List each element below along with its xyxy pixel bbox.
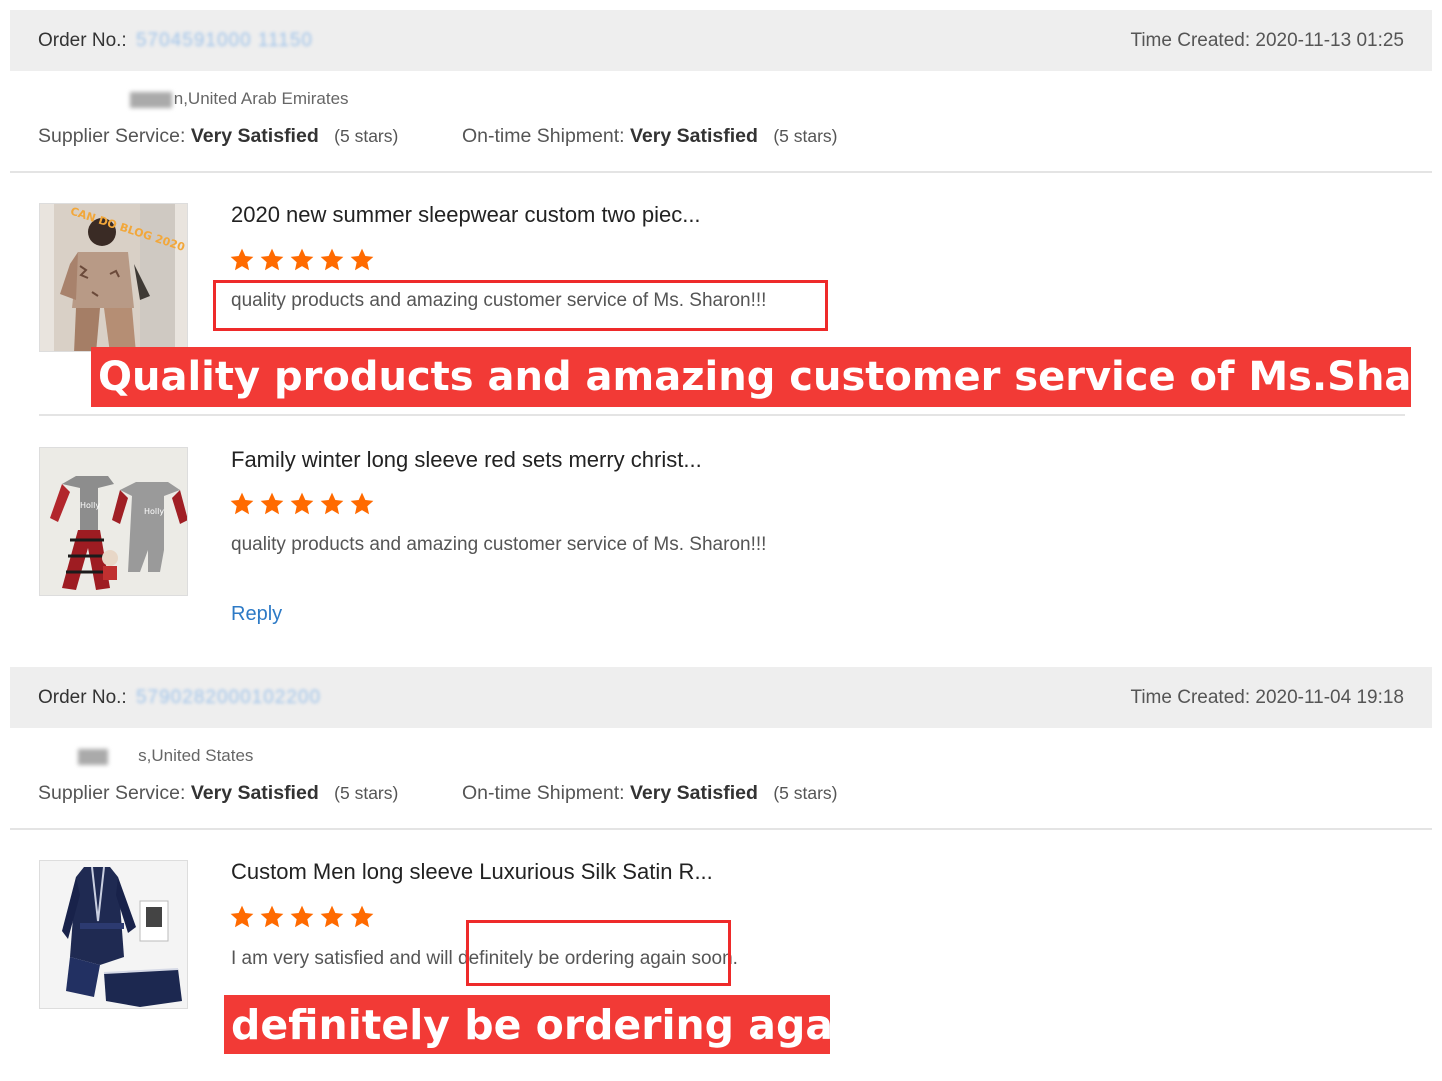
svg-text:Holly: Holly xyxy=(144,507,164,516)
order-header: Order No.: 5790282000102200 Time Created… xyxy=(10,667,1432,728)
order-number-value[interactable]: 5704591000 11150 xyxy=(136,30,313,51)
highlight-box xyxy=(466,920,731,986)
product-image-silk-robe[interactable] xyxy=(39,860,188,1009)
product-title[interactable]: Custom Men long sleeve Luxurious Silk Sa… xyxy=(231,859,713,885)
order-ratings: Supplier Service: Very Satisfied (5 star… xyxy=(38,125,838,148)
order-header: Order No.: 5704591000 11150 Time Created… xyxy=(10,10,1432,71)
star-icon xyxy=(230,248,254,271)
shipment-rating: On-time Shipment: Very Satisfied (5 star… xyxy=(462,125,838,148)
order-number-field: Order No.: 5704591000 11150 xyxy=(38,30,313,52)
buyer-info: ​ n,United Arab Emirates xyxy=(38,89,349,109)
product-image-family-pajamas[interactable]: Holly Holly xyxy=(39,447,188,596)
star-icon xyxy=(350,905,374,928)
star-icon xyxy=(320,905,344,928)
star-icon xyxy=(260,905,284,928)
svg-text:Holly: Holly xyxy=(80,501,100,510)
product-image-sleepwear[interactable]: CAN DO BLOG 2020 xyxy=(39,203,188,352)
product-title[interactable]: Family winter long sleeve red sets merry… xyxy=(231,447,702,473)
buyer-info: ​ ​ s,United States xyxy=(38,746,253,766)
supplier-service-value: Very Satisfied xyxy=(190,125,319,147)
shipment-label: On-time Shipment: xyxy=(462,782,625,804)
redaction-block xyxy=(77,748,108,765)
star-icon xyxy=(290,905,314,928)
highlight-box xyxy=(213,280,828,331)
shipment-label: On-time Shipment: xyxy=(462,125,625,147)
star-icon xyxy=(260,248,284,271)
buyer-location: n,United Arab Emirates xyxy=(173,89,349,108)
annotation-banner: Quality products and amazing customer se… xyxy=(91,347,1442,407)
star-icon xyxy=(290,248,314,271)
supplier-service-stars: (5 stars) xyxy=(334,126,399,146)
shipment-value: Very Satisfied xyxy=(629,125,758,147)
time-created-label: Time Created: xyxy=(1130,29,1251,51)
order-number-label: Order No.: xyxy=(38,29,127,51)
star-icon xyxy=(350,492,374,515)
supplier-service-label: Supplier Service: xyxy=(38,125,186,147)
shipment-stars: (5 stars) xyxy=(773,783,838,803)
divider xyxy=(10,171,1432,173)
redaction-block xyxy=(129,91,172,108)
time-created: Time Created: 2020-11-04 19:18 xyxy=(1130,687,1404,709)
star-icon xyxy=(350,248,374,271)
reply-link[interactable]: Reply xyxy=(231,603,282,626)
shipment-rating: On-time Shipment: Very Satisfied (5 star… xyxy=(462,782,838,805)
item-rating-stars xyxy=(229,491,375,517)
star-icon xyxy=(290,492,314,515)
star-icon xyxy=(260,492,284,515)
order-ratings: Supplier Service: Very Satisfied (5 star… xyxy=(38,782,838,805)
star-icon xyxy=(320,492,344,515)
supplier-service-label: Supplier Service: xyxy=(38,782,186,804)
item-rating-stars xyxy=(229,904,375,930)
time-created: Time Created: 2020-11-13 01:25 xyxy=(1130,30,1404,52)
supplier-service-value: Very Satisfied xyxy=(190,782,319,804)
time-created-value: 2020-11-04 19:18 xyxy=(1255,686,1404,708)
divider xyxy=(10,828,1432,830)
divider xyxy=(39,414,1405,416)
time-created-value: 2020-11-13 01:25 xyxy=(1255,29,1404,51)
buyer-name-blurred: ​ xyxy=(109,746,139,765)
annotation-banner: definitely be ordering again xyxy=(224,995,876,1054)
product-title[interactable]: 2020 new summer sleepwear custom two pie… xyxy=(231,202,701,228)
item-rating-stars xyxy=(229,247,375,273)
shipment-stars: (5 stars) xyxy=(773,126,838,146)
order-number-label: Order No.: xyxy=(38,686,127,708)
star-icon xyxy=(230,905,254,928)
buyer-name-blurred: ​ xyxy=(38,746,76,765)
star-icon xyxy=(320,248,344,271)
order-number-value[interactable]: 5790282000102200 xyxy=(136,687,321,708)
review-text: quality products and amazing customer se… xyxy=(231,534,767,555)
buyer-location: s,United States xyxy=(138,746,254,765)
supplier-service-stars: (5 stars) xyxy=(334,783,399,803)
time-created-label: Time Created: xyxy=(1130,686,1251,708)
buyer-name-blurred: ​ xyxy=(38,89,128,108)
order-number-field: Order No.: 5790282000102200 xyxy=(38,687,321,709)
shipment-value: Very Satisfied xyxy=(629,782,758,804)
star-icon xyxy=(230,492,254,515)
